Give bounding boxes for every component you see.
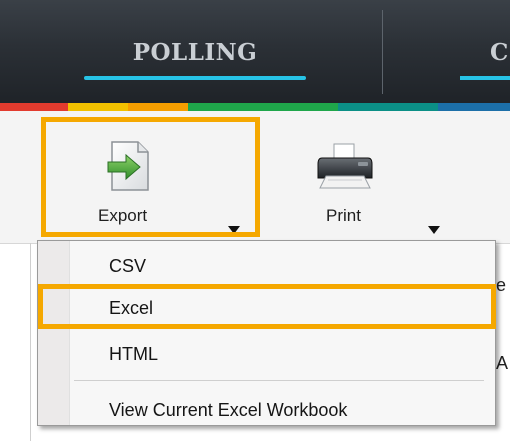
stripe-red bbox=[0, 103, 68, 111]
app-window: POLLING C Export Print e A CSV Excel HTM… bbox=[0, 0, 510, 441]
stripe-teal bbox=[338, 103, 438, 111]
menu-item-view-workbook-label: View Current Excel Workbook bbox=[109, 400, 348, 420]
export-dropdown-menu: CSV Excel HTML View Current Excel Workbo… bbox=[37, 240, 496, 426]
tab-polling[interactable]: POLLING bbox=[84, 36, 306, 80]
background-text-2: A bbox=[496, 353, 509, 373]
background-text-1: e bbox=[496, 275, 507, 295]
tab-next-label: C bbox=[490, 39, 509, 66]
menu-item-html[interactable]: HTML bbox=[46, 335, 489, 375]
content-left-border bbox=[30, 243, 31, 441]
export-highlight-box bbox=[41, 117, 260, 237]
stripe-green bbox=[188, 103, 338, 111]
menu-item-csv[interactable]: CSV bbox=[46, 247, 489, 287]
tab-next-underline bbox=[460, 76, 510, 80]
print-button[interactable]: Print bbox=[300, 122, 460, 234]
stripe-blue bbox=[438, 103, 510, 111]
tab-next[interactable]: C bbox=[460, 36, 510, 80]
print-label: Print bbox=[326, 206, 361, 225]
printer-icon bbox=[317, 143, 373, 189]
stripe-orange bbox=[128, 103, 188, 111]
color-stripe bbox=[0, 103, 510, 111]
tab-polling-label: POLLING bbox=[132, 39, 258, 66]
menu-item-csv-label: CSV bbox=[109, 256, 147, 276]
tab-active-underline bbox=[84, 76, 306, 80]
menu-item-html-label: HTML bbox=[109, 344, 158, 364]
excel-highlight-box bbox=[38, 284, 496, 329]
menu-separator bbox=[74, 380, 484, 381]
menu-item-view-workbook[interactable]: View Current Excel Workbook bbox=[46, 391, 489, 431]
top-navigation-bar: POLLING C bbox=[0, 0, 510, 103]
nav-divider bbox=[382, 10, 383, 94]
print-dropdown-caret-icon[interactable] bbox=[428, 226, 440, 234]
stripe-yellow bbox=[68, 103, 128, 111]
